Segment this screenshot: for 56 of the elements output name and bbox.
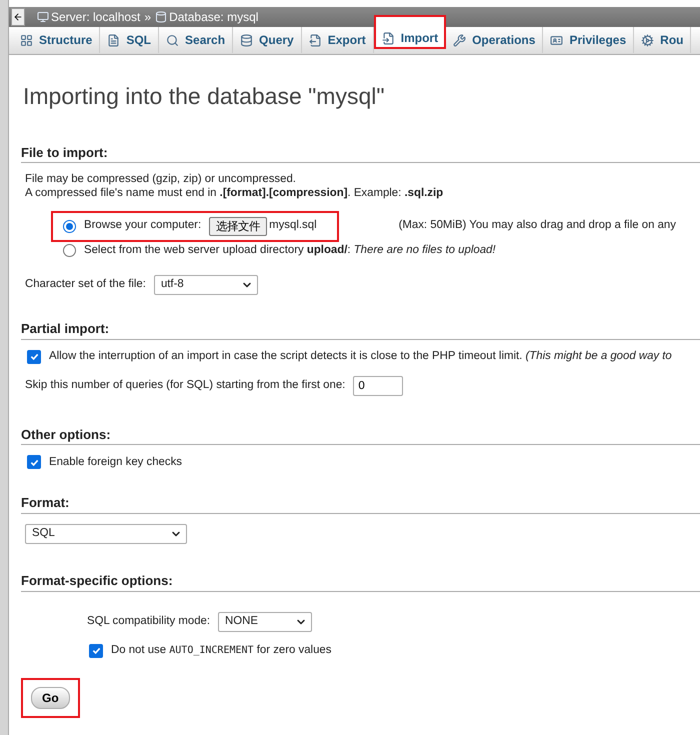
checkbox[interactable] (27, 350, 41, 364)
file-output-icon (308, 34, 322, 46)
collapse-button[interactable] (11, 8, 25, 26)
compatibility-select[interactable]: NONE (218, 612, 312, 632)
hint-text: (Max: 50MiB) You may also drag and drop a file on any (398, 219, 676, 233)
breadcrumb-link[interactable]: Database: mysql (155, 10, 258, 24)
tab[interactable]: Search (159, 27, 234, 53)
tab[interactable]: Structure (13, 27, 100, 53)
radio-label: Select from the web server upload directory upload/: There are no files to upload! (84, 244, 496, 258)
field-label: Skip this number of queries (for SQL) starting from the first one: (25, 379, 346, 393)
arrow-left-icon (13, 12, 23, 22)
checkbox-label: Allow the interruption of an import in case the script detects it is close to the PHP timeout limit. (This might be a good way to (49, 350, 672, 364)
section-heading: Other options: (21, 426, 700, 446)
section-heading: Format: (21, 495, 700, 514)
radio-label: Browse your computer: (84, 219, 202, 233)
checkbox[interactable] (27, 455, 41, 470)
number-field[interactable]: 0 (353, 376, 404, 396)
page-title: Importing into the database "mysql" (23, 83, 386, 111)
database-icon (240, 34, 254, 46)
note-text: File may be compressed (gzip, zip) or uncompressed. (25, 173, 297, 187)
document-icon (107, 34, 120, 46)
tab[interactable]: Import (374, 15, 446, 49)
tab[interactable]: Privileges (543, 27, 634, 53)
section-heading: Partial import: (21, 321, 700, 340)
breadcrumb-link[interactable]: Server: localhost (37, 10, 140, 24)
radio-button[interactable] (63, 244, 76, 257)
format-select[interactable]: SQL (25, 524, 187, 544)
file-input-icon (382, 32, 395, 44)
checkbox-label: Enable foreign key checks (49, 456, 182, 470)
checkbox[interactable] (89, 644, 103, 658)
wrench-icon (453, 34, 466, 46)
grid-icon (20, 34, 33, 46)
check-icon (92, 646, 100, 656)
id-card-icon (550, 34, 564, 46)
breadcrumb-separator: » (144, 10, 152, 24)
check-icon (30, 458, 38, 467)
section-heading: Format-specific options: (21, 573, 700, 592)
radio-button[interactable] (63, 220, 76, 233)
tab[interactable]: Rou (634, 27, 692, 53)
charset-select[interactable]: utf-8 (154, 275, 258, 296)
tab[interactable]: SQL (100, 27, 160, 53)
section-heading: File to import: (21, 144, 700, 164)
database-icon (155, 10, 168, 23)
monitor-icon (37, 10, 49, 23)
gear-icon (641, 34, 654, 46)
field-label: SQL compatibility mode: (87, 614, 210, 628)
go-button[interactable]: Go (31, 686, 70, 709)
tab[interactable]: Query (233, 27, 302, 53)
checkbox-label: Do not use AUTO_INCREMENT for zero values (111, 644, 332, 658)
file-name: mysql.sql (269, 219, 317, 233)
note-text: A compressed file's name must end in .[format].[compression]. Example: .sql.zip (25, 186, 444, 201)
choose-file-button[interactable]: 选择文件 (209, 216, 268, 236)
tab[interactable]: Operations (446, 27, 544, 53)
field-label: Character set of the file: (25, 278, 146, 292)
search-icon (166, 34, 180, 46)
check-icon (30, 352, 38, 362)
